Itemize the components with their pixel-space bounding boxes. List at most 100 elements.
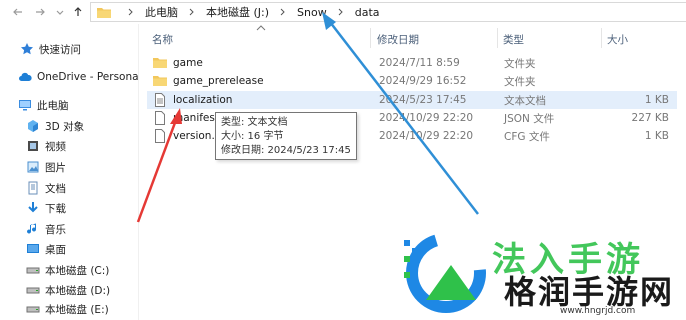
folder-icon — [97, 7, 111, 18]
music-icon — [26, 222, 40, 236]
column-header-date[interactable]: 修改日期 — [377, 30, 419, 48]
sidebar-item-this-pc[interactable]: 此电脑 — [18, 96, 69, 114]
file-date: 2024/7/11 8:59 — [379, 57, 460, 69]
sidebar-item-label: 快速访问 — [39, 43, 81, 56]
video-icon — [26, 139, 40, 153]
file-type: 文件夹 — [504, 75, 536, 88]
file-type: 文件夹 — [504, 57, 536, 70]
sort-ascending-icon — [256, 25, 266, 31]
sidebar-item-label: 视频 — [45, 140, 66, 153]
recent-dropdown-button[interactable] — [52, 4, 68, 20]
column-divider[interactable] — [370, 28, 371, 48]
drive-icon — [26, 302, 40, 316]
file-name: manifest — [173, 112, 219, 124]
back-button[interactable] — [10, 4, 26, 20]
file-row-game-prerelease[interactable]: game_prerelease 2024/9/29 16:52 文件夹 — [147, 72, 677, 90]
sidebar-item-label: 文档 — [45, 182, 66, 195]
file-size: 227 KB — [631, 112, 669, 124]
file-name: localization — [173, 94, 233, 106]
breadcrumb-snow[interactable]: Snow — [297, 6, 327, 19]
watermark: 法入手游 格润手游网 www.hngrjd.com — [392, 224, 686, 320]
file-date: 2024/5/23 17:45 — [379, 94, 467, 106]
sidebar-item-drive-d[interactable]: 本地磁盘 (D:) — [26, 281, 110, 299]
file-type: CFG 文件 — [504, 130, 550, 143]
computer-icon — [18, 98, 32, 112]
file-date: 2024/9/29 16:52 — [379, 75, 467, 87]
navigation-pane: 快速访问 OneDrive - Persona 此电脑 3D 对象 视频 图片 … — [0, 24, 139, 320]
chevron-right-icon — [278, 7, 288, 17]
file-name-cell: manifest — [153, 109, 219, 127]
breadcrumb-data[interactable]: data — [355, 6, 380, 19]
chevron-right-icon — [336, 7, 346, 17]
sidebar-item-videos[interactable]: 视频 — [26, 137, 66, 155]
sidebar-item-desktop[interactable]: 桌面 — [26, 240, 66, 258]
sidebar-item-label: 图片 — [45, 161, 66, 174]
sidebar-item-label: 本地磁盘 (D:) — [45, 284, 111, 297]
sidebar-item-label: 本地磁盘 (E:) — [45, 303, 109, 316]
file-type: JSON 文件 — [504, 112, 555, 125]
sidebar-item-3d-objects[interactable]: 3D 对象 — [26, 117, 84, 135]
sidebar-item-label: 本地磁盘 (C:) — [45, 264, 110, 277]
file-size — [607, 72, 669, 90]
breadcrumb-this-pc[interactable]: 此电脑 — [145, 4, 178, 20]
document-icon — [26, 181, 40, 195]
file-date: 2024/10/29 22:20 — [379, 130, 474, 142]
column-divider[interactable] — [497, 28, 498, 48]
file-row-game[interactable]: game 2024/7/11 8:59 文件夹 — [147, 54, 677, 72]
sidebar-item-pictures[interactable]: 图片 — [26, 158, 66, 176]
file-tooltip: 类型: 文本文档 大小: 16 字节 修改日期: 2024/5/23 17:45 — [215, 112, 357, 160]
file-type: 文本文档 — [504, 94, 546, 107]
sidebar-item-quick-access[interactable]: 快速访问 — [20, 40, 81, 58]
sidebar-item-documents[interactable]: 文档 — [26, 179, 66, 197]
file-icon — [153, 111, 167, 125]
up-button[interactable] — [70, 4, 86, 20]
file-name: game_prerelease — [173, 75, 264, 87]
tooltip-modified: 修改日期: 2024/5/23 17:45 — [221, 145, 351, 156]
file-size: 1 KB — [644, 94, 669, 106]
text-file-icon — [153, 93, 167, 107]
download-icon — [26, 201, 40, 215]
breadcrumb-drive-j[interactable]: 本地磁盘 (J:) — [206, 4, 269, 20]
forward-button[interactable] — [32, 4, 48, 20]
arrow-up-icon — [74, 7, 82, 16]
address-row: 此电脑 本地磁盘 (J:) Snow data — [0, 0, 686, 24]
arrow-right-icon — [36, 8, 45, 16]
sidebar-item-label: 音乐 — [45, 223, 66, 236]
folder-icon — [153, 74, 167, 88]
tooltip-type: 类型: 文本文档 — [221, 117, 288, 128]
picture-icon — [26, 160, 40, 174]
drive-icon — [26, 263, 40, 277]
file-name: game — [173, 57, 203, 69]
file-name-cell: version.c — [153, 127, 221, 145]
column-header-size[interactable]: 大小 — [607, 30, 628, 48]
sidebar-item-onedrive[interactable]: OneDrive - Persona — [18, 68, 139, 86]
sidebar-item-label: 桌面 — [45, 243, 66, 256]
site-logo-icon — [404, 233, 486, 313]
address-bar[interactable]: 此电脑 本地磁盘 (J:) Snow data — [90, 2, 686, 22]
chevron-down-icon — [56, 10, 64, 15]
sidebar-item-label: 此电脑 — [37, 99, 69, 112]
watermark-url: www.hngrjd.com — [560, 306, 636, 316]
cloud-icon — [18, 70, 32, 84]
file-name-cell: game — [153, 54, 203, 72]
sidebar-item-label: 3D 对象 — [45, 120, 85, 133]
sidebar-item-drive-c[interactable]: 本地磁盘 (C:) — [26, 261, 109, 279]
file-icon — [153, 129, 167, 143]
column-header-type[interactable]: 类型 — [503, 30, 524, 48]
file-row-localization[interactable]: localization 2024/5/23 17:45 文本文档 1 KB — [147, 91, 677, 109]
file-name-cell: localization — [153, 91, 232, 109]
file-name-cell: game_prerelease — [153, 72, 264, 90]
column-divider[interactable] — [601, 28, 602, 48]
sidebar-item-label: 下载 — [45, 202, 66, 215]
sidebar-item-label: OneDrive - Persona — [37, 71, 139, 83]
sidebar-item-drive-e[interactable]: 本地磁盘 (E:) — [26, 300, 109, 318]
chevron-right-icon — [126, 7, 136, 17]
column-header-name[interactable]: 名称 — [152, 30, 173, 48]
drive-icon — [26, 283, 40, 297]
file-size — [607, 54, 669, 72]
desktop-icon — [26, 242, 40, 256]
file-date: 2024/10/29 22:20 — [379, 112, 474, 124]
folder-icon — [153, 56, 167, 70]
sidebar-item-downloads[interactable]: 下载 — [26, 199, 66, 217]
sidebar-item-music[interactable]: 音乐 — [26, 220, 66, 238]
